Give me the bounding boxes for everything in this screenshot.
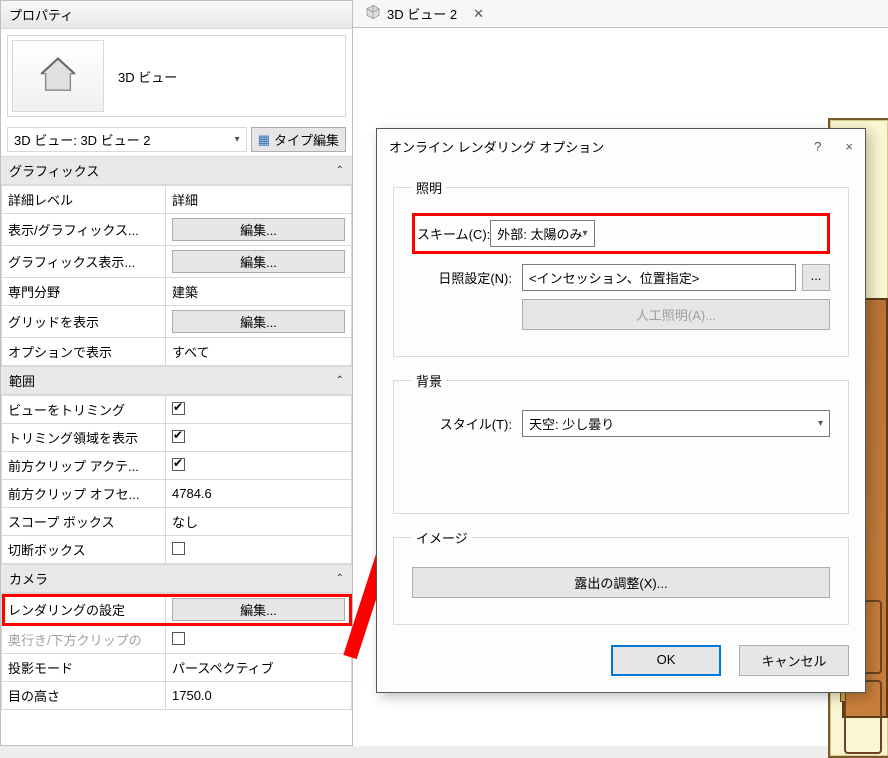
- lighting-legend: 照明: [412, 178, 446, 197]
- close-button[interactable]: ×: [845, 139, 853, 154]
- row-show-grid: グリッドを表示編集...: [2, 306, 352, 338]
- row-trim-view: ビューをトリミング: [2, 396, 352, 424]
- row-vis-graphics: 表示/グラフィックス...編集...: [2, 214, 352, 246]
- cube-icon: [365, 4, 381, 23]
- family-name: 3D ビュー: [118, 67, 177, 86]
- background-group: 背景 スタイル(T): 天空: 少し曇り ▾: [393, 371, 849, 514]
- ok-button[interactable]: OK: [611, 645, 721, 676]
- grid-icon: ▦: [258, 132, 270, 148]
- sun-settings-browse-button[interactable]: ...: [802, 264, 830, 291]
- style-dropdown[interactable]: 天空: 少し曇り ▾: [522, 410, 830, 437]
- group-header-graphics[interactable]: グラフィックス ⌃: [1, 156, 352, 185]
- scheme-value: 外部: 太陽のみ: [497, 224, 582, 243]
- artificial-lighting-button: 人工照明(A)...: [522, 299, 830, 330]
- chevron-down-icon: ▾: [818, 418, 823, 429]
- properties-panel: プロパティ 3D ビュー 3D ビュー: 3D ビュー 2 ▾ ▦ タイプ編集 …: [0, 0, 353, 746]
- row-detail-level: 詳細レベル詳細: [2, 186, 352, 214]
- family-thumbnail: [12, 40, 104, 112]
- range-table: ビューをトリミング トリミング領域を表示 前方クリップ アクテ... 前方クリッ…: [1, 395, 352, 564]
- row-depth-clip: 奥行き/下方クリップの: [2, 626, 352, 654]
- group-title: 範囲: [9, 371, 35, 390]
- help-button[interactable]: ?: [814, 139, 821, 154]
- rendering-options-dialog: オンライン レンダリング オプション ? × 照明 スキーム(C): 外部: 太…: [376, 128, 866, 693]
- family-selector[interactable]: 3D ビュー: [7, 35, 346, 117]
- row-front-clip-active: 前方クリップ アクテ...: [2, 452, 352, 480]
- row-projection: 投影モードパースペクティブ: [2, 654, 352, 682]
- scheme-label: スキーム(C):: [417, 224, 490, 243]
- row-scope-box: スコープ ボックスなし: [2, 508, 352, 536]
- checkbox: [172, 632, 185, 645]
- sun-label: 日照設定(N):: [412, 268, 522, 287]
- dialog-footer: OK キャンセル: [393, 639, 849, 676]
- image-group: イメージ 露出の調整(X)...: [393, 528, 849, 625]
- group-header-range[interactable]: 範囲 ⌃: [1, 366, 352, 395]
- view-tab[interactable]: 3D ビュー 2 ✕: [353, 0, 496, 27]
- row-front-clip-offset: 前方クリップ オフセ...4784.6: [2, 480, 352, 508]
- edit-type-label: タイプ編集: [274, 130, 339, 149]
- checkbox[interactable]: [172, 458, 185, 471]
- view-tab-bar: 3D ビュー 2 ✕: [353, 0, 888, 28]
- checkbox[interactable]: [172, 402, 185, 415]
- row-eye-height: 目の高さ1750.0: [2, 682, 352, 710]
- dialog-titlebar[interactable]: オンライン レンダリング オプション ? ×: [377, 129, 865, 164]
- sun-value: <インセッション、位置指定>: [529, 268, 699, 287]
- edit-button[interactable]: 編集...: [172, 218, 345, 241]
- graphics-table: 詳細レベル詳細 表示/グラフィックス...編集... グラフィックス表示...編…: [1, 185, 352, 366]
- instance-value: 3D ビュー: 3D ビュー 2: [14, 130, 151, 149]
- sun-settings-field[interactable]: <インセッション、位置指定>: [522, 264, 796, 291]
- checkbox[interactable]: [172, 430, 185, 443]
- group-header-camera[interactable]: カメラ ⌃: [1, 564, 352, 593]
- row-render-settings: レンダリングの設定編集...: [2, 594, 352, 626]
- dialog-title: オンライン レンダリング オプション: [389, 137, 814, 156]
- edit-button[interactable]: 編集...: [172, 598, 345, 621]
- lighting-group: 照明 スキーム(C): 外部: 太陽のみ ▾ 日照設定(N): <インセッション…: [393, 178, 849, 357]
- checkbox[interactable]: [172, 542, 185, 555]
- exposure-button[interactable]: 露出の調整(X)...: [412, 567, 830, 598]
- instance-dropdown[interactable]: 3D ビュー: 3D ビュー 2 ▾: [7, 127, 247, 152]
- cancel-button[interactable]: キャンセル: [739, 645, 849, 676]
- edit-button[interactable]: 編集...: [172, 250, 345, 273]
- panel-title: プロパティ: [1, 1, 352, 29]
- group-title: グラフィックス: [9, 161, 99, 180]
- collapse-icon: ⌃: [336, 573, 344, 584]
- house-icon: [36, 53, 80, 100]
- collapse-icon: ⌃: [336, 165, 344, 176]
- edit-button[interactable]: 編集...: [172, 310, 345, 333]
- row-show-by-option: オプションで表示すべて: [2, 338, 352, 366]
- camera-table: レンダリングの設定編集... 奥行き/下方クリップの 投影モードパースペクティブ…: [1, 593, 352, 710]
- chevron-down-icon: ▾: [583, 228, 588, 239]
- style-label: スタイル(T):: [412, 414, 522, 433]
- row-show-trim: トリミング領域を表示: [2, 424, 352, 452]
- background-legend: 背景: [412, 371, 446, 390]
- scheme-dropdown[interactable]: 外部: 太陽のみ ▾: [490, 220, 594, 247]
- row-graphics-display: グラフィックス表示...編集...: [2, 246, 352, 278]
- edit-type-button[interactable]: ▦ タイプ編集: [251, 127, 346, 152]
- row-discipline: 専門分野建築: [2, 278, 352, 306]
- collapse-icon: ⌃: [336, 375, 344, 386]
- style-value: 天空: 少し曇り: [529, 414, 614, 433]
- scheme-row-highlight: スキーム(C): 外部: 太陽のみ ▾: [412, 213, 830, 254]
- row-section-box: 切断ボックス: [2, 536, 352, 564]
- group-title: カメラ: [9, 569, 48, 588]
- tab-label: 3D ビュー 2: [387, 4, 457, 23]
- image-legend: イメージ: [412, 528, 472, 547]
- chevron-down-icon: ▾: [235, 134, 240, 145]
- close-icon[interactable]: ✕: [473, 6, 484, 22]
